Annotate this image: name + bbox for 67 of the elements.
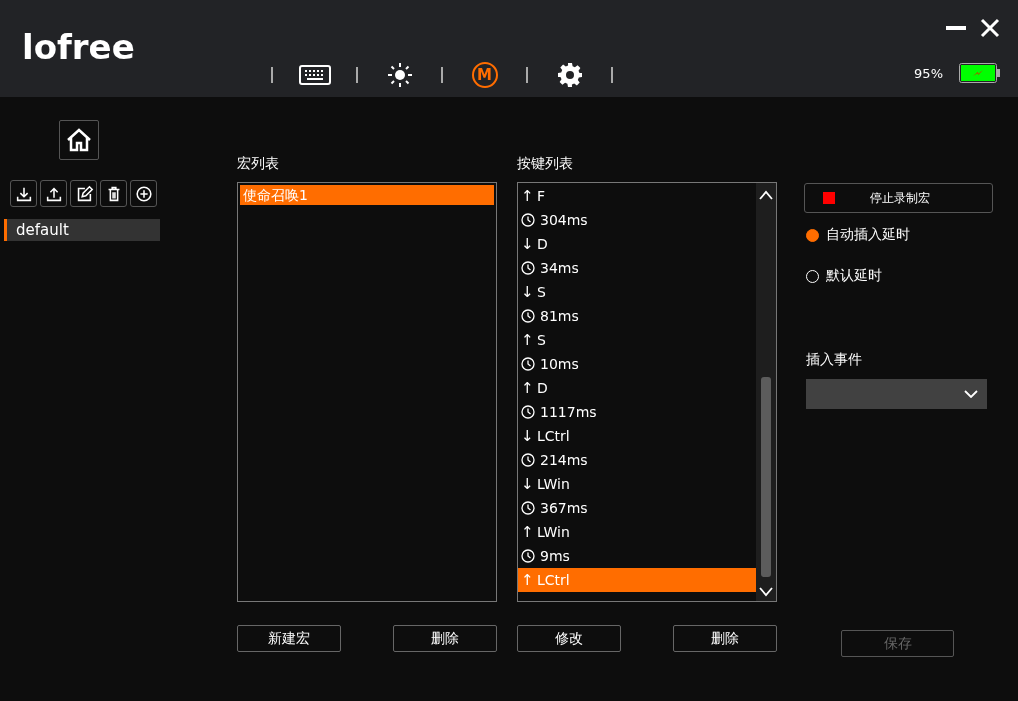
stop-icon bbox=[823, 192, 835, 204]
edit-button[interactable] bbox=[70, 180, 97, 207]
up-arrow-icon: ↑ bbox=[521, 331, 532, 349]
key-event[interactable]: 1117ms bbox=[540, 404, 597, 420]
clock-icon bbox=[521, 405, 535, 419]
clock-icon bbox=[521, 261, 535, 275]
download-button[interactable] bbox=[10, 180, 37, 207]
macro-tab[interactable]: M bbox=[471, 62, 498, 88]
down-arrow-icon: ↓ bbox=[521, 475, 532, 493]
key-event[interactable]: 304ms bbox=[540, 212, 588, 228]
key-list-title: 按键列表 bbox=[517, 155, 574, 173]
key-event[interactable]: F bbox=[537, 188, 546, 204]
home-button[interactable] bbox=[59, 120, 99, 160]
down-arrow-icon: ↓ bbox=[521, 283, 532, 301]
up-arrow-icon: ↑ bbox=[521, 187, 532, 205]
clock-icon bbox=[521, 549, 535, 563]
add-icon bbox=[133, 183, 154, 204]
action-button[interactable]: 新建宏 bbox=[237, 625, 341, 652]
stop-record-button[interactable]: 停止录制宏 bbox=[804, 183, 993, 213]
close-icon[interactable] bbox=[980, 18, 1000, 38]
settings-icon[interactable] bbox=[557, 63, 582, 87]
key-event[interactable]: LWin bbox=[537, 524, 570, 540]
up-arrow-icon: ↑ bbox=[521, 379, 532, 397]
key-event[interactable]: 81ms bbox=[540, 308, 579, 324]
scroll-thumb[interactable] bbox=[761, 377, 771, 577]
radio-button[interactable] bbox=[806, 228, 819, 242]
logo: lofree bbox=[22, 26, 136, 68]
up-arrow-icon: ↑ bbox=[521, 571, 532, 589]
battery-icon bbox=[959, 63, 1000, 83]
delete-button[interactable] bbox=[100, 180, 127, 207]
clock-icon bbox=[521, 453, 535, 467]
clock-icon bbox=[521, 357, 535, 371]
scroll-down-icon[interactable] bbox=[758, 586, 774, 598]
profile-item[interactable]: default bbox=[4, 219, 160, 241]
key-event[interactable]: S bbox=[537, 284, 546, 300]
key-event[interactable]: 9ms bbox=[540, 548, 570, 564]
macro-list-title: 宏列表 bbox=[237, 155, 280, 173]
upload-button[interactable] bbox=[40, 180, 67, 207]
chevron-down-icon bbox=[964, 390, 978, 398]
down-arrow-icon: ↓ bbox=[521, 427, 532, 445]
key-event[interactable]: LWin bbox=[537, 476, 570, 492]
key-event[interactable]: D bbox=[537, 380, 548, 396]
up-arrow-icon: ↑ bbox=[521, 523, 532, 541]
clock-icon bbox=[521, 501, 535, 515]
brightness-icon[interactable] bbox=[387, 63, 412, 87]
clock-icon bbox=[521, 213, 535, 227]
key-event[interactable]: LCtrl bbox=[537, 428, 570, 444]
clock-icon bbox=[521, 309, 535, 323]
key-event[interactable]: 367ms bbox=[540, 500, 588, 516]
action-button[interactable]: 修改 bbox=[517, 625, 621, 652]
key-event[interactable]: 10ms bbox=[540, 356, 579, 372]
down-arrow-icon: ↓ bbox=[521, 235, 532, 253]
add-button[interactable] bbox=[130, 180, 157, 207]
key-event[interactable]: 214ms bbox=[540, 452, 588, 468]
action-button[interactable]: 删除 bbox=[393, 625, 497, 652]
action-button[interactable]: 删除 bbox=[673, 625, 777, 652]
key-event[interactable]: 34ms bbox=[540, 260, 579, 276]
keyboard-icon[interactable] bbox=[298, 65, 331, 85]
key-event[interactable]: D bbox=[537, 236, 548, 252]
radio-label[interactable]: 自动插入延时 bbox=[826, 226, 910, 244]
radio-label[interactable]: 默认延时 bbox=[826, 267, 882, 285]
scrollbar[interactable] bbox=[756, 183, 776, 601]
home-icon bbox=[66, 128, 92, 152]
battery-level: 95% bbox=[914, 65, 943, 81]
scroll-up-icon[interactable] bbox=[758, 189, 774, 201]
key-event[interactable]: S bbox=[537, 332, 546, 348]
insert-event-label: 插入事件 bbox=[806, 351, 863, 369]
